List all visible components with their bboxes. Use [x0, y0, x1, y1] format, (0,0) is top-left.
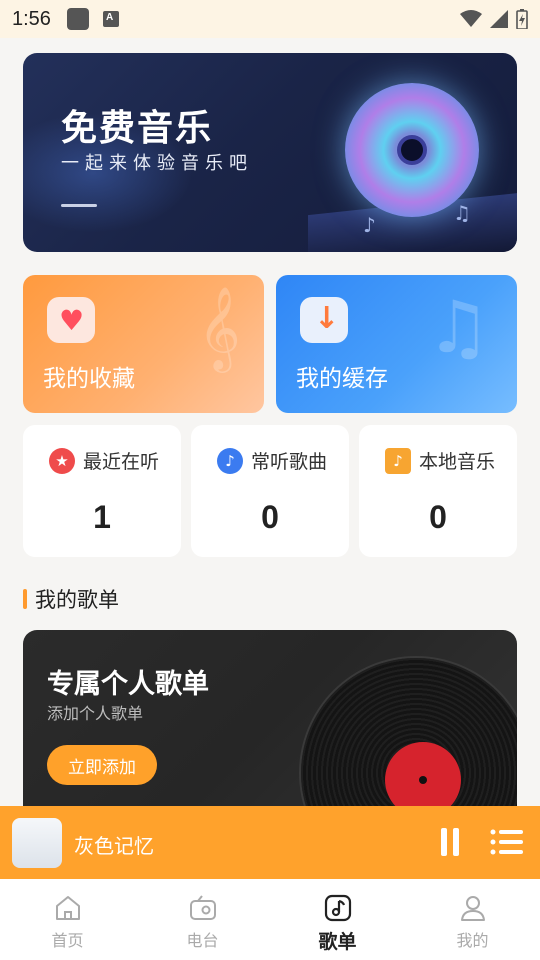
favorites-label: 我的收藏 — [43, 366, 135, 392]
section-accent-bar — [23, 589, 27, 609]
tab-mine[interactable]: 我的 — [405, 879, 540, 960]
playlist-list-icon[interactable] — [490, 828, 524, 856]
section-header: 我的歌单 — [23, 584, 119, 614]
music-note-icon: ♫ — [453, 201, 471, 225]
notification-icon — [66, 8, 89, 30]
local-music-card[interactable]: ♪ 本地音乐 0 — [359, 425, 517, 557]
recent-listening-card[interactable]: ★ 最近在听 1 — [23, 425, 181, 557]
banner-title: 免费音乐 — [61, 108, 214, 149]
stat-value: 0 — [429, 499, 447, 535]
frequent-songs-card[interactable]: ♪ 常听歌曲 0 — [191, 425, 349, 557]
playlist-card-title: 专属个人歌单 — [47, 669, 209, 700]
home-icon — [55, 896, 80, 920]
banner-divider — [61, 204, 97, 207]
tab-label: 歌单 — [318, 931, 357, 953]
status-time: 1:56 — [12, 7, 51, 30]
status-bar: 1:56 — [0, 0, 540, 38]
tab-home[interactable]: 首页 — [0, 879, 135, 960]
stat-head: ★ 最近在听 — [49, 447, 159, 474]
music-note-icon: ♪ — [363, 213, 376, 237]
section-title: 我的歌单 — [35, 588, 119, 612]
wifi-icon — [460, 10, 482, 27]
playlist-card-subtitle: 添加个人歌单 — [47, 704, 144, 723]
cache-label: 我的缓存 — [296, 366, 388, 392]
status-indicators — [460, 9, 528, 29]
user-icon — [460, 896, 485, 921]
promo-banner[interactable]: ♪ ♫ 免费音乐 一起来体验音乐吧 — [23, 53, 517, 252]
heart-chat-icon — [47, 297, 95, 343]
stat-value: 0 — [261, 499, 279, 535]
stat-label: 最近在听 — [83, 451, 160, 473]
music-note-icon: ♪ — [217, 447, 243, 474]
playlist-icon — [324, 894, 351, 922]
stat-label: 本地音乐 — [419, 451, 496, 473]
star-icon: ★ — [49, 447, 75, 474]
tab-label: 首页 — [51, 931, 84, 950]
stat-head: ♪ 常听歌曲 — [217, 447, 327, 474]
playlist-card[interactable]: 专属个人歌单 添加个人歌单 立即添加 — [23, 630, 517, 808]
vinyl-record-image — [301, 658, 517, 808]
mini-player[interactable]: 灰色记忆 — [0, 806, 540, 879]
battery-icon — [516, 9, 528, 29]
vinyl-label — [385, 742, 461, 808]
banner-subtitle: 一起来体验音乐吧 — [61, 153, 253, 174]
album-art[interactable] — [12, 818, 62, 868]
cd-disc-image — [345, 83, 479, 217]
download-icon — [300, 297, 348, 343]
tab-playlist[interactable]: 歌单 — [270, 879, 405, 960]
pause-icon[interactable] — [438, 828, 462, 856]
app-notification-icon — [102, 11, 119, 27]
music-note-icon: ♫ — [426, 285, 491, 369]
add-playlist-button[interactable]: 立即添加 — [47, 745, 157, 785]
tab-radio[interactable]: 电台 — [135, 879, 270, 960]
stat-label: 常听歌曲 — [251, 451, 328, 473]
radio-icon — [189, 895, 216, 920]
tab-label: 我的 — [456, 931, 489, 950]
treble-clef-icon: 𝄞 — [198, 285, 241, 369]
folder-icon: ♪ — [385, 447, 411, 474]
song-title: 灰色记忆 — [74, 834, 154, 858]
favorites-card[interactable]: 𝄞 我的收藏 — [23, 275, 264, 413]
disc-hole — [397, 135, 427, 165]
stat-value: 1 — [93, 499, 111, 535]
stat-head: ♪ 本地音乐 — [385, 447, 495, 474]
bottom-tab-bar: 首页 电台 歌单 我的 — [0, 879, 540, 960]
cache-card[interactable]: ♫ 我的缓存 — [276, 275, 517, 413]
tab-label: 电台 — [186, 931, 219, 950]
signal-icon — [490, 10, 508, 28]
